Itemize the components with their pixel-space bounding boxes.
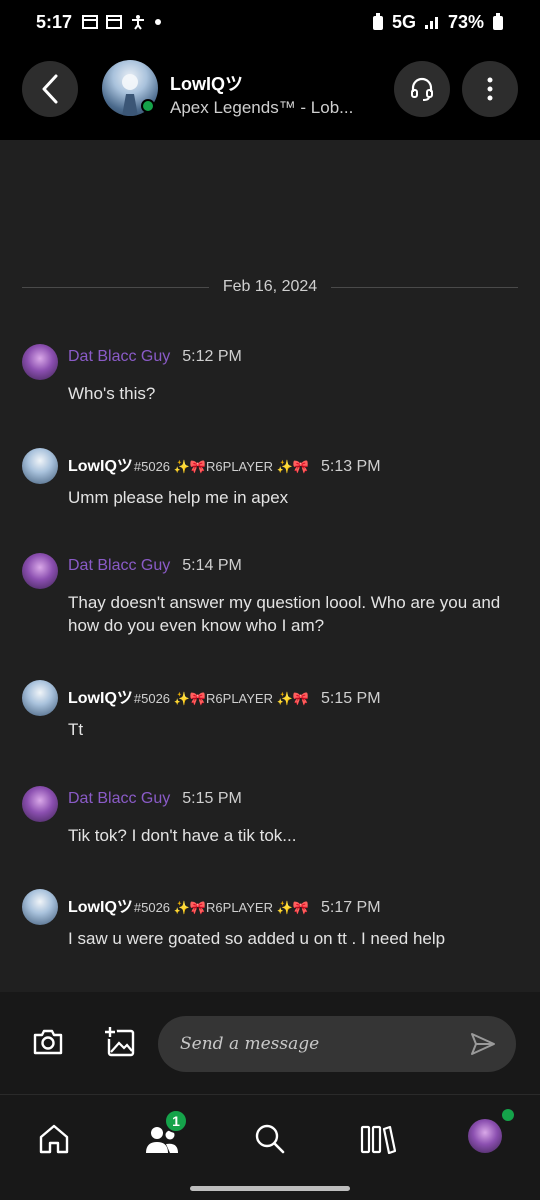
chevron-left-icon: [42, 74, 58, 104]
camera-button[interactable]: [32, 1028, 64, 1061]
nav-library[interactable]: [358, 1119, 398, 1159]
more-options-button[interactable]: [462, 61, 518, 117]
message-input[interactable]: [180, 1016, 460, 1072]
sender-name[interactable]: LowIQツ: [68, 452, 133, 476]
date-label: Feb 16, 2024: [222, 278, 318, 295]
message-text: Tt: [68, 720, 84, 739]
status-time: 5:17: [36, 11, 73, 32]
sender-avatar[interactable]: [22, 448, 58, 484]
battery-percent: 73%: [447, 11, 484, 32]
conversation-header: LowIQツ Apex Legends™ - Lob...: [0, 44, 540, 140]
status-bar: 5:17 5G 73%: [0, 0, 540, 44]
send-button[interactable]: [470, 1032, 496, 1061]
sender-tag: #5026 ✨🎀R6PLAYER ✨🎀: [133, 691, 309, 706]
network-label: 5G: [391, 11, 416, 32]
library-icon: [360, 1125, 396, 1154]
bottom-nav: 1: [0, 1094, 540, 1200]
sender-avatar[interactable]: [22, 786, 58, 822]
date-separator: Feb 16, 2024: [22, 278, 519, 296]
voice-chat-button[interactable]: [394, 61, 450, 117]
contact-activity: Apex Legends™ - Lob...: [170, 98, 354, 117]
battery-icon: [493, 13, 503, 30]
message-list[interactable]: Feb 16, 2024 Dat Blacc Guy 5:12 PM Who's…: [0, 140, 540, 992]
search-icon: [255, 1124, 285, 1154]
message-time: 5:13 PM: [320, 458, 381, 475]
sender-avatar[interactable]: [22, 680, 58, 716]
nav-profile-avatar[interactable]: [468, 1119, 502, 1153]
home-icon: [39, 1124, 69, 1154]
online-indicator: [141, 99, 155, 113]
headset-icon: [411, 77, 433, 101]
message-time: 5:17 PM: [320, 899, 381, 916]
calendar-icon: [82, 15, 99, 29]
nav-home[interactable]: [34, 1119, 74, 1159]
message-text: I saw u were goated so added u on tt . I…: [68, 929, 446, 948]
sender-name[interactable]: Dat Blacc Guy: [68, 790, 170, 808]
sender-name[interactable]: Dat Blacc Guy: [68, 348, 170, 366]
back-button[interactable]: [22, 61, 78, 117]
sender-name[interactable]: LowIQツ: [68, 684, 133, 708]
message-time: 5:15 PM: [320, 690, 381, 707]
attach-image-button[interactable]: [102, 1024, 136, 1063]
accessibility-icon: [132, 15, 145, 30]
sender-avatar[interactable]: [22, 344, 58, 380]
home-gesture-bar[interactable]: [190, 1186, 350, 1191]
message-text: Umm please help me in apex: [68, 488, 289, 507]
sender-name[interactable]: LowIQツ: [68, 893, 133, 917]
message-time: 5:14 PM: [182, 557, 242, 574]
add-image-icon: [103, 1025, 135, 1057]
message-time: 5:15 PM: [182, 790, 242, 807]
friends-notification-badge: 1: [164, 1109, 188, 1133]
message-composer: [0, 992, 540, 1094]
dot-icon: [155, 19, 162, 25]
message-input-container[interactable]: [158, 1016, 516, 1072]
sender-avatar[interactable]: [22, 553, 58, 589]
message-text: Who's this?: [68, 384, 156, 403]
sender-name[interactable]: Dat Blacc Guy: [68, 557, 170, 575]
message-text: Tik tok? I don't have a tik tok...: [68, 826, 297, 845]
camera-icon: [33, 1029, 63, 1055]
calendar-icon: [106, 15, 123, 29]
signal-icon: [424, 17, 438, 29]
more-vertical-icon: [487, 77, 493, 101]
nav-search[interactable]: [250, 1119, 290, 1159]
sender-tag: #5026 ✨🎀R6PLAYER ✨🎀: [133, 459, 309, 474]
contact-name[interactable]: LowIQツ: [170, 70, 243, 96]
profile-online-indicator: [502, 1109, 514, 1121]
message-text: Thay doesn't answer my question loool. W…: [68, 593, 501, 635]
sender-avatar[interactable]: [22, 889, 58, 925]
send-icon: [471, 1033, 495, 1055]
battery-saver-icon: [372, 13, 383, 30]
message-time: 5:12 PM: [182, 348, 242, 365]
sender-tag: #5026 ✨🎀R6PLAYER ✨🎀: [133, 900, 309, 915]
